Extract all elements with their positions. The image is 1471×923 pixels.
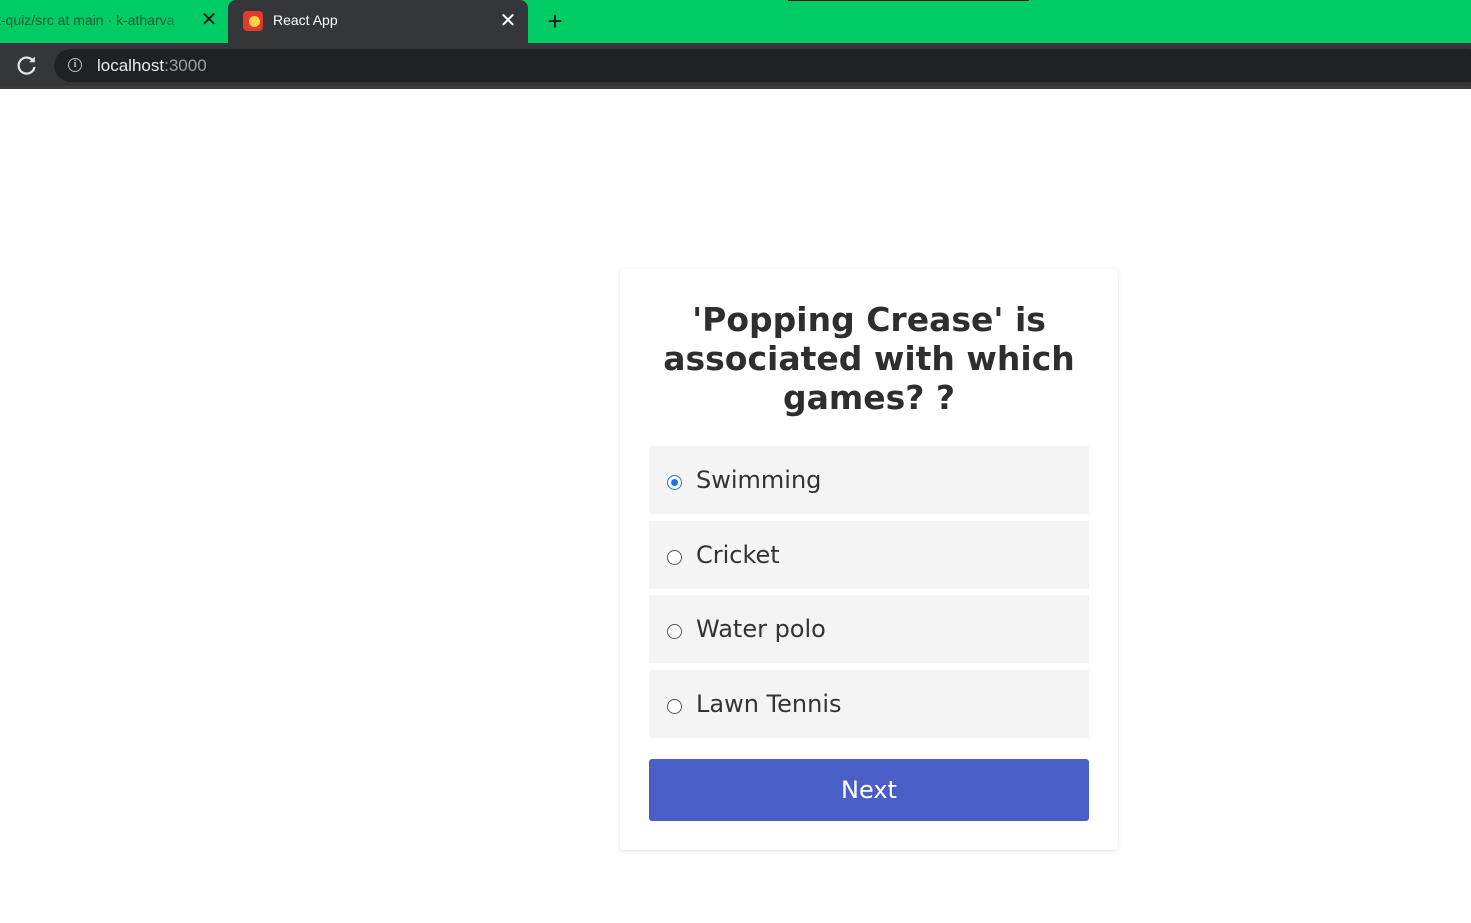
answer-label: Water polo bbox=[696, 615, 826, 643]
tab-github[interactable]: t-quiz/src at main · k-atharva ✕ bbox=[0, 0, 228, 43]
radio-button[interactable] bbox=[667, 475, 682, 490]
answer-option-lawn-tennis[interactable]: Lawn Tennis bbox=[649, 670, 1089, 738]
browser-tabstrip: t-quiz/src at main · k-atharva ✕ React A… bbox=[0, 0, 1471, 43]
answer-label: Cricket bbox=[696, 541, 780, 569]
tab-title: t-quiz/src at main · k-atharva bbox=[0, 12, 175, 28]
tab-react-app[interactable]: React App ✕ bbox=[228, 0, 528, 43]
radio-button[interactable] bbox=[667, 624, 682, 639]
answer-label: Swimming bbox=[696, 466, 822, 494]
answer-option-swimming[interactable]: Swimming bbox=[649, 446, 1089, 514]
answer-option-water-polo[interactable]: Water polo bbox=[649, 595, 1089, 663]
url-text: localhost:3000 bbox=[97, 56, 207, 76]
new-tab-icon[interactable]: + bbox=[541, 7, 569, 35]
radio-button[interactable] bbox=[667, 699, 682, 714]
url-port: :3000 bbox=[164, 56, 207, 75]
url-host: localhost bbox=[97, 56, 165, 75]
browser-toolbar: i localhost:3000 bbox=[0, 43, 1471, 89]
radio-button[interactable] bbox=[667, 550, 682, 565]
reload-icon[interactable] bbox=[14, 52, 40, 78]
next-button[interactable]: Next bbox=[649, 759, 1089, 821]
tab-title: React App bbox=[273, 12, 338, 28]
react-app-favicon-icon bbox=[243, 11, 263, 31]
quiz-card: 'Popping Crease' is associated with whic… bbox=[620, 269, 1118, 850]
answer-label: Lawn Tennis bbox=[696, 690, 842, 718]
close-icon[interactable]: ✕ bbox=[198, 9, 220, 31]
tabstrip-divider bbox=[788, 0, 1029, 1]
answer-option-cricket[interactable]: Cricket bbox=[649, 521, 1089, 589]
close-icon[interactable]: ✕ bbox=[497, 10, 519, 32]
address-bar[interactable]: i localhost:3000 bbox=[54, 49, 1471, 82]
info-icon[interactable]: i bbox=[68, 58, 82, 72]
question-text: 'Popping Crease' is associated with whic… bbox=[663, 300, 1075, 417]
